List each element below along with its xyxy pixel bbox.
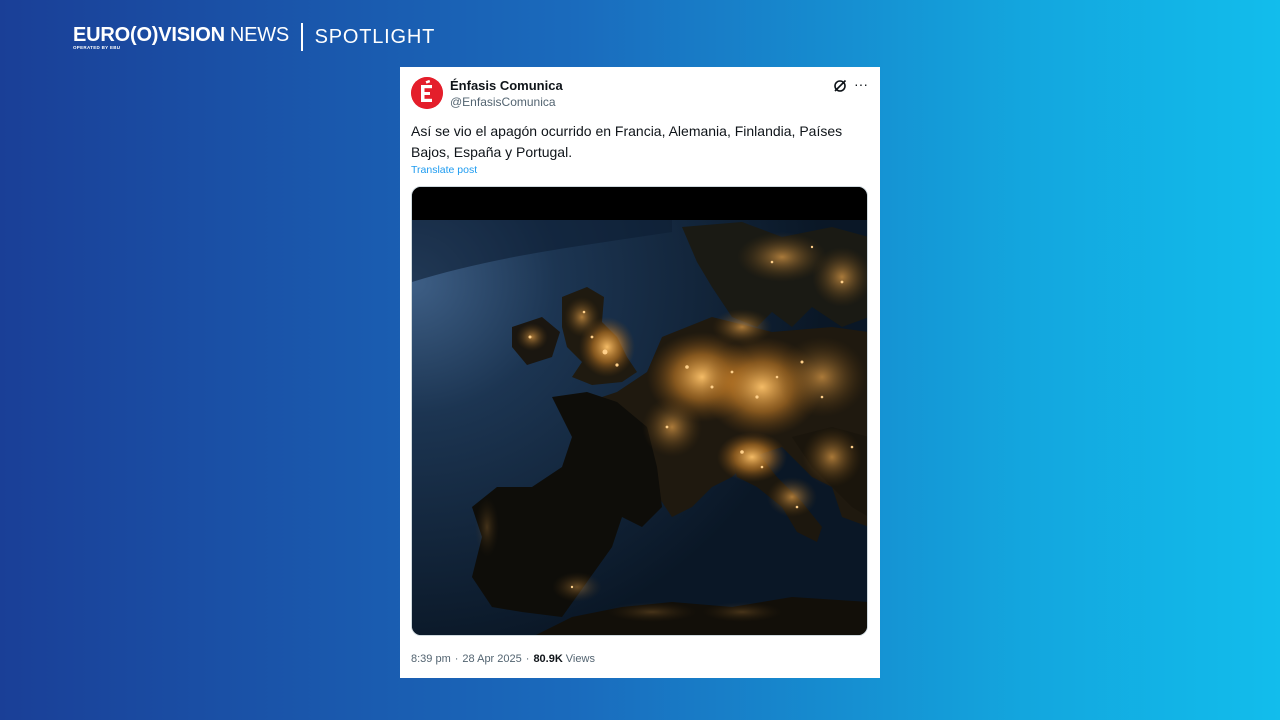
post-date[interactable]: 28 Apr 2025: [462, 653, 521, 665]
brand-vision-text: (O)VISION: [129, 23, 225, 46]
europe-night-satellite-image: [412, 187, 867, 635]
post-meta: 8:39 pm · 28 Apr 2025 · 80.9K Views: [411, 653, 595, 665]
author-avatar[interactable]: [411, 77, 443, 109]
author-handle[interactable]: @EnfasisComunica: [450, 95, 556, 109]
brand-news-text: NEWS: [229, 23, 290, 46]
author-name[interactable]: Énfasis Comunica: [450, 78, 563, 93]
enfasis-logo-icon: [411, 77, 443, 109]
meta-separator: ·: [525, 653, 530, 665]
post-time[interactable]: 8:39 pm: [411, 653, 451, 665]
brand-operated-text: OPERATED BY EBU: [73, 44, 121, 50]
post-text: Así se vio el apagón ocurrido en Francia…: [411, 123, 843, 160]
views-label: Views: [565, 653, 595, 665]
brand-header: EURO (O)VISION NEWS OPERATED BY EBU SPOTL…: [73, 22, 435, 52]
meta-separator: ·: [454, 653, 459, 665]
more-options-icon[interactable]: ···: [854, 76, 868, 92]
eurovision-news-logo: EURO (O)VISION NEWS OPERATED BY EBU: [73, 24, 289, 51]
brand-divider: [301, 23, 303, 51]
translate-post-link[interactable]: Translate post: [411, 164, 477, 176]
post-image[interactable]: [411, 186, 868, 636]
brand-euro-text: EURO: [73, 23, 130, 46]
brand-section-title: SPOTLIGHT: [314, 26, 436, 48]
views-count: 80.9K: [533, 653, 563, 665]
grok-icon[interactable]: [832, 78, 848, 94]
tweet-card: Énfasis Comunica @EnfasisComunica ··· As…: [400, 67, 880, 678]
